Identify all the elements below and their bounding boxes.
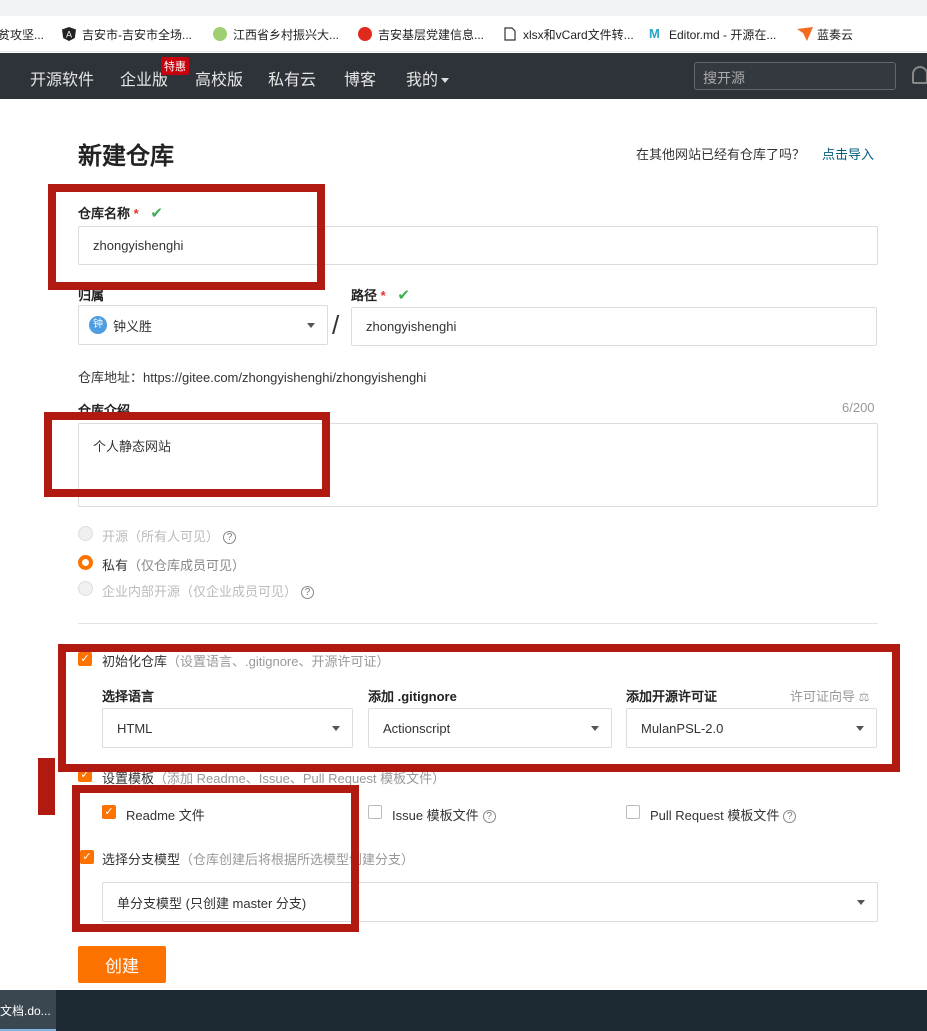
taskbar: 文档.do... xyxy=(0,990,927,1031)
nav-item-mine[interactable]: 我的 xyxy=(406,66,450,90)
import-link[interactable]: 点击导入 xyxy=(822,144,874,163)
owner-select[interactable]: 钟 钟义胜 xyxy=(78,305,328,345)
visibility-label: 开源 xyxy=(102,529,129,544)
document-icon xyxy=(503,27,517,41)
radio-open-source[interactable] xyxy=(78,526,93,541)
nav-item-private-cloud[interactable]: 私有云 xyxy=(268,66,316,90)
svg-text:A: A xyxy=(66,30,72,40)
help-icon[interactable]: ? xyxy=(301,586,315,600)
bookmark-label: 吉安基层党建信息... xyxy=(378,27,485,42)
template-note: （添加 Readme、Issue、Pull Request 模板文件） xyxy=(154,771,446,786)
chevron-down-icon xyxy=(857,900,865,905)
avatar: 钟 xyxy=(89,316,107,334)
issue-template-checkbox[interactable] xyxy=(368,805,382,819)
bookmarks-bar: 贫攻坚... A 吉安市-吉安市全场... 江西省乡村振兴大... 吉安基层党建… xyxy=(0,0,927,52)
pr-template-checkbox[interactable] xyxy=(626,805,640,819)
visibility-label: 企业内部开源 xyxy=(102,584,181,599)
issue-template-text: Issue 模板文件 xyxy=(392,808,479,823)
chevron-down-icon xyxy=(307,323,315,328)
help-icon[interactable]: ? xyxy=(783,810,797,824)
nav-item-blog[interactable]: 博客 xyxy=(344,66,376,90)
taskbar-item[interactable]: 文档.do... xyxy=(0,990,56,1031)
visibility-note: （所有人可见） xyxy=(128,529,220,544)
repo-address: 仓库地址：https://gitee.com/zhongyishenghi/zh… xyxy=(78,370,427,385)
annotation-mark xyxy=(38,758,55,815)
path-separator: / xyxy=(332,310,340,340)
page-title: 新建仓库 xyxy=(78,143,174,170)
editor-md-logo-icon: M xyxy=(649,26,660,41)
pr-template-text: Pull Request 模板文件 xyxy=(650,808,780,823)
party-emblem-icon xyxy=(358,27,372,41)
issue-template-label: Issue 模板文件? xyxy=(392,805,496,824)
help-icon[interactable]: ? xyxy=(482,810,496,824)
bookmark-label: 贫攻坚... xyxy=(0,27,45,42)
path-input[interactable]: zhongyishenghi xyxy=(351,307,877,346)
required-mark: * xyxy=(380,288,386,303)
bookmark-label: 吉安市-吉安市全场... xyxy=(82,27,192,42)
chevron-down-icon xyxy=(441,78,450,84)
radio-enterprise-internal[interactable] xyxy=(78,581,93,596)
path-label-text: 路径 xyxy=(351,288,378,303)
annotation-box xyxy=(44,412,330,497)
bookmark-item[interactable]: 江西省乡村振兴大... xyxy=(213,24,339,44)
check-icon: ✔ xyxy=(397,287,410,304)
template-label-text: 设置模板 xyxy=(102,771,155,786)
bookmark-item[interactable]: 吉安基层党建信息... xyxy=(358,24,484,44)
owner-value: 钟义胜 xyxy=(113,318,153,334)
visibility-note: （仅仓库成员可见） xyxy=(128,558,246,573)
bookmark-item[interactable]: xlsx和vCard文件转... xyxy=(503,24,634,44)
create-button[interactable]: 创建 xyxy=(78,946,166,983)
bookmark-item[interactable]: A 吉安市-吉安市全场... xyxy=(62,24,192,44)
visibility-label: 私有 xyxy=(102,558,129,573)
promo-badge: 特惠 xyxy=(161,57,189,75)
top-nav: 开源软件 企业版 特惠 高校版 私有云 博客 我的 搜开源 xyxy=(0,53,927,99)
nav-item-mine-label: 我的 xyxy=(406,72,439,89)
bell-icon[interactable] xyxy=(912,66,927,84)
bookmark-item[interactable]: M Editor.md - 开源在... xyxy=(649,24,776,44)
import-question: 在其他网站已经有仓库了吗？ xyxy=(636,147,806,162)
bookmark-label: 蓝奏云 xyxy=(817,27,854,42)
visibility-enterprise-label: 企业内部开源（仅企业成员可见）? xyxy=(102,581,315,600)
annotation-box xyxy=(58,644,900,772)
bookmark-label: xlsx和vCard文件转... xyxy=(523,27,634,42)
annotation-box xyxy=(48,184,325,290)
visibility-private-label: 私有（仅仓库成员可见） xyxy=(102,555,245,574)
bookmark-item[interactable]: 蓝奏云 xyxy=(797,24,853,44)
bookmark-label: Editor.md - 开源在... xyxy=(669,27,777,42)
browser-tab-strip xyxy=(0,0,927,16)
nav-item-open-source[interactable]: 开源软件 xyxy=(30,66,94,90)
radio-private[interactable] xyxy=(78,555,93,570)
annotation-box xyxy=(72,785,359,932)
nav-item-education[interactable]: 高校版 xyxy=(195,66,243,90)
visibility-note: （仅企业成员可见） xyxy=(180,584,298,599)
path-value: zhongyishenghi xyxy=(366,319,457,334)
visibility-open-source-label: 开源（所有人可见）? xyxy=(102,526,237,545)
bookmark-item[interactable]: 贫攻坚... xyxy=(0,24,44,44)
lanzou-logo-icon xyxy=(797,27,813,41)
search-input[interactable]: 搜开源 xyxy=(694,62,896,90)
help-icon[interactable]: ? xyxy=(223,531,237,545)
bookmark-label: 江西省乡村振兴大... xyxy=(233,27,340,42)
pr-template-label: Pull Request 模板文件? xyxy=(650,805,797,824)
angular-logo-icon: A xyxy=(62,27,76,41)
path-label: 路径 * ✔ xyxy=(351,285,410,304)
intro-counter: 6/200 xyxy=(842,400,875,415)
leaf-logo-icon xyxy=(213,27,227,41)
section-divider xyxy=(78,623,878,624)
